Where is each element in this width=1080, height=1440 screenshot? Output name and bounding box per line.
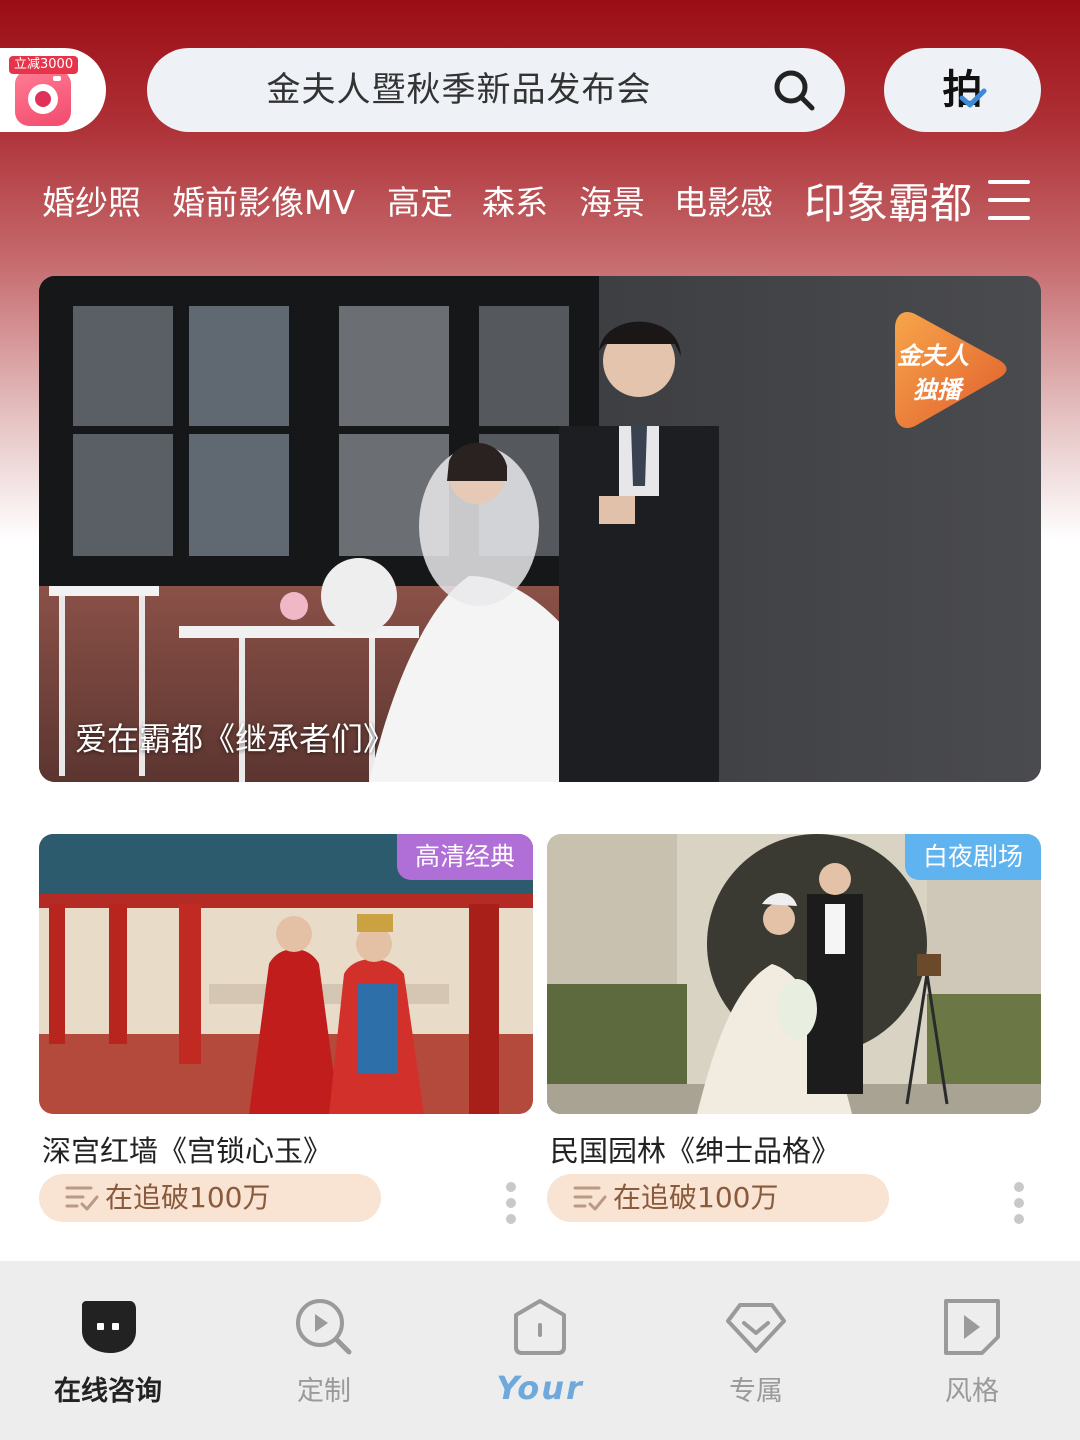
category-1[interactable]: 婚前影像MV (172, 176, 355, 224)
diamond-icon (726, 1303, 786, 1353)
video-card-2[interactable]: 白夜剧场 (547, 834, 1041, 1114)
video-card-1[interactable]: 高清经典 (39, 834, 533, 1114)
menu-icon[interactable] (988, 180, 1030, 220)
tab-your-label: Your (496, 1369, 584, 1407)
tab-consult-label: 在线咨询 (54, 1376, 162, 1407)
check-icon (959, 88, 987, 108)
category-2[interactable]: 高定 (387, 176, 453, 224)
hero-title: 爱在霸都《继承者们》 (75, 720, 396, 758)
card-2-stat-text: 在追破100万 (613, 1181, 779, 1214)
tab-style[interactable]: 风格 (864, 1261, 1080, 1440)
tab-consult[interactable]: 在线咨询 (0, 1261, 216, 1440)
camera-icon (15, 70, 71, 126)
card-1-stat: 在追破100万 (39, 1174, 381, 1222)
promo-badge: 立减3000 (9, 56, 79, 74)
tab-your[interactable]: Your (432, 1261, 648, 1440)
tab-custom[interactable]: 定制 (216, 1261, 432, 1440)
card-1-more-icon[interactable] (506, 1182, 516, 1224)
card-2-stat: 在追破100万 (547, 1174, 889, 1222)
tab-exclusive-label: 专属 (729, 1376, 783, 1407)
hero-photo (39, 276, 1041, 782)
hero-banner[interactable]: 爱在霸都《继承者们》 金夫人 独播 (39, 276, 1041, 782)
tab-style-label: 风格 (945, 1376, 999, 1407)
card-1-title[interactable]: 深宫红墙《宫锁心玉》 (42, 1128, 332, 1170)
play-icon (944, 1299, 1000, 1355)
promo-camera-button[interactable]: 立减3000 (0, 48, 106, 132)
card-2-title[interactable]: 民国园林《绅士品格》 (550, 1128, 840, 1170)
tab-exclusive[interactable]: 专属 (648, 1261, 864, 1440)
list-check-icon (573, 1186, 607, 1211)
bottom-tab-bar: 在线咨询 定制 Your 专属 风格 (0, 1261, 1080, 1440)
category-3[interactable]: 森系 (482, 176, 548, 224)
chat-icon (82, 1301, 136, 1353)
search-bar[interactable]: 金夫人暨秋季新品发布会 (147, 48, 845, 132)
category-4[interactable]: 海景 (579, 176, 645, 224)
card-1-stat-text: 在追破100万 (105, 1181, 271, 1214)
category-5[interactable]: 电影感 (674, 176, 773, 224)
card-1-tag: 高清经典 (396, 834, 533, 880)
search-placeholder: 金夫人暨秋季新品发布会 (266, 70, 652, 110)
category-6-active[interactable]: 印象霸都 (804, 170, 972, 231)
home-icon (514, 1299, 566, 1355)
category-0[interactable]: 婚纱照 (42, 176, 141, 224)
card-2-more-icon[interactable] (1014, 1182, 1024, 1224)
tab-custom-label: 定制 (297, 1376, 351, 1407)
search-icon[interactable] (772, 68, 816, 112)
card-2-tag: 白夜剧场 (904, 834, 1041, 880)
search-play-icon (296, 1299, 352, 1355)
exclusive-play-badge: 金夫人 独播 (895, 308, 1007, 432)
list-check-icon (65, 1186, 99, 1211)
